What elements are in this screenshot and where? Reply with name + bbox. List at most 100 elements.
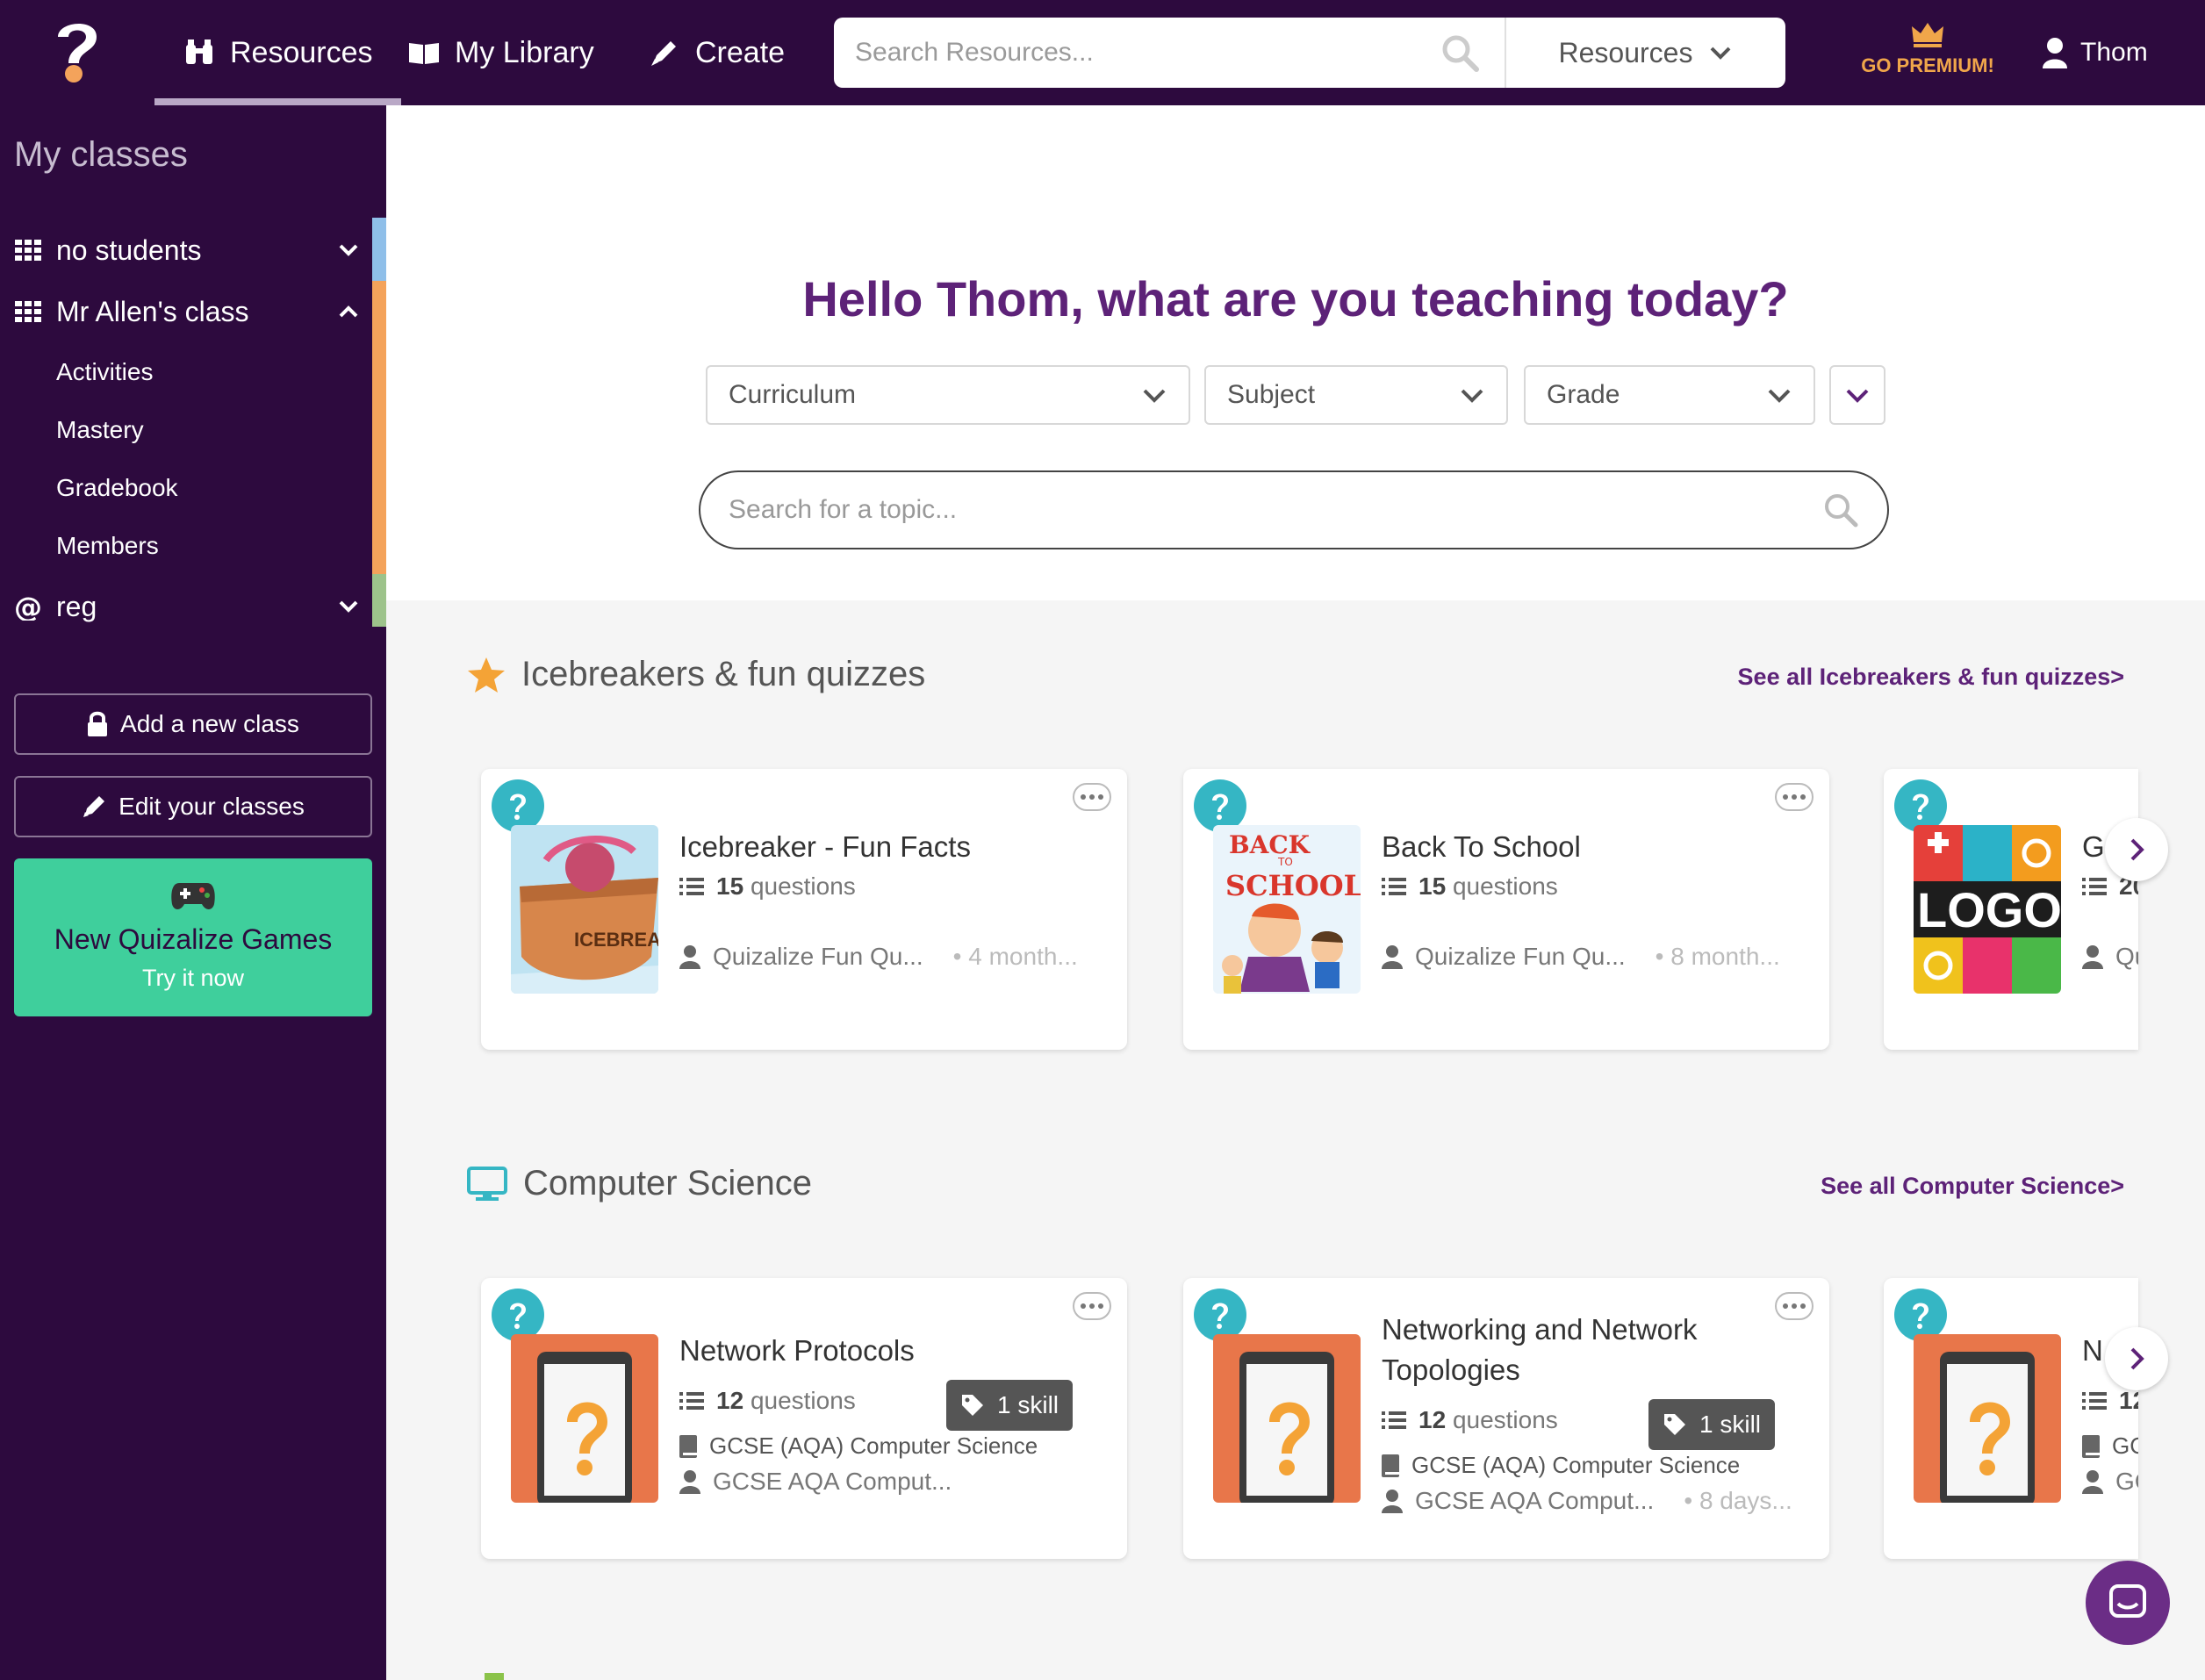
quiz-thumbnail (511, 1334, 658, 1503)
quiz-card[interactable]: BACK TO SCHOOL Back To School 15 questions… (1183, 769, 1829, 1050)
question-count-label: questions (1452, 872, 1558, 900)
carousel-next-button[interactable] (2105, 1327, 2168, 1390)
quiz-card[interactable]: Networking and Network Topologies 12 que… (1183, 1278, 1829, 1559)
quiz-title[interactable]: Back To School (1382, 827, 1581, 867)
more-options-button[interactable] (1775, 783, 1814, 811)
class-link-mastery[interactable]: Mastery (56, 416, 144, 444)
chevron-up-icon[interactable] (337, 300, 360, 323)
class-link-activities[interactable]: Activities (56, 358, 153, 386)
edit-classes-button[interactable]: Edit your classes (14, 776, 372, 837)
list-icon (679, 878, 704, 895)
class-row-no-students[interactable]: no students (0, 219, 372, 281)
quiz-thumbnail: ICEBREAK (511, 825, 658, 994)
add-class-button[interactable]: Add a new class (14, 693, 372, 755)
quiz-title-line: Topologies (1382, 1353, 1520, 1386)
svg-text:ICEBREAK: ICEBREAK (574, 929, 658, 951)
grade-dropdown-label: Grade (1547, 380, 1620, 409)
quiz-title[interactable]: Network Protocols (679, 1331, 915, 1371)
question-count-label: questions (750, 1387, 856, 1414)
see-all-computer-science-link[interactable]: See all Computer Science> (1821, 1173, 2124, 1200)
see-all-icebreakers-link[interactable]: See all Icebreakers & fun quizzes> (1738, 664, 2124, 691)
quiz-card[interactable]: ICEBREAK Icebreaker - Fun Facts 15 quest… (481, 769, 1127, 1050)
quiz-card[interactable]: Network Protocols 12 questions 1 skill G… (481, 1278, 1127, 1559)
quiz-question-count: 15 questions (1382, 872, 1558, 901)
quiz-card-partial[interactable]: LOGO G 20 Qu (1884, 769, 2138, 1050)
quiz-updated-time: • 8 month... (1655, 943, 1780, 970)
quiz-title[interactable]: G (2082, 827, 2105, 867)
book-icon (2082, 1434, 2100, 1458)
chevron-right-icon (2130, 838, 2144, 861)
search-scope-dropdown[interactable]: Resources (1506, 37, 1785, 69)
quiz-author: Quizalize Fun Qu... (713, 943, 923, 970)
chevron-down-icon[interactable] (337, 239, 360, 262)
svg-text:LOGO: LOGO (1917, 882, 2061, 937)
class-link-gradebook[interactable]: Gradebook (56, 474, 178, 502)
topic-search-field[interactable]: Search for a topic... (699, 470, 1889, 549)
nav-resources[interactable]: Resources (154, 0, 400, 105)
new-games-promo[interactable]: New Quizalize Games Try it now (14, 858, 372, 1016)
nav-my-library[interactable]: My Library (407, 0, 594, 105)
book-icon (679, 1434, 697, 1458)
svg-text:@: @ (14, 592, 42, 621)
topic-search-input[interactable]: Search for a topic... (729, 495, 957, 525)
gamepad-icon (171, 883, 215, 909)
quiz-author: GCSE AQA Comput... (1415, 1487, 1655, 1514)
class-row-reg[interactable]: @ reg (0, 576, 372, 637)
skill-tag-label: 1 skill (997, 1391, 1059, 1418)
curriculum-dropdown[interactable]: Curriculum (706, 365, 1190, 425)
more-filters-button[interactable] (1829, 365, 1885, 425)
section-title-icebreakers: Icebreakers & fun quizzes (467, 655, 925, 694)
quiz-updated-time-value: 8 days... (1699, 1487, 1792, 1514)
resource-search-input[interactable]: Search Resources... (834, 38, 1440, 68)
user-menu[interactable]: Thom (2042, 0, 2148, 105)
chevron-right-icon (2130, 1347, 2144, 1370)
crown-icon (1912, 23, 1943, 47)
section-title-label: Computer Science (523, 1164, 813, 1203)
more-options-button[interactable] (1073, 783, 1111, 811)
go-premium-button[interactable]: GO PREMIUM! (1854, 18, 2001, 88)
user-icon (2082, 945, 2103, 969)
section-title-label: Icebreakers & fun quizzes (521, 655, 926, 693)
curriculum-dropdown-label: Curriculum (729, 380, 857, 409)
chevron-down-icon[interactable] (337, 595, 360, 618)
pencil-icon (83, 796, 105, 817)
user-icon (679, 1470, 700, 1494)
subject-dropdown[interactable]: Subject (1204, 365, 1508, 425)
quiz-updated-time-value: 8 month... (1670, 943, 1780, 970)
carousel-next-button[interactable] (2105, 818, 2168, 881)
quiz-title[interactable]: Networking and Network Topologies (1382, 1310, 1698, 1390)
more-options-button[interactable] (1775, 1292, 1814, 1320)
chevron-down-icon (1846, 389, 1869, 403)
quiz-title[interactable]: N (2082, 1331, 2103, 1371)
quiz-title[interactable]: Icebreaker - Fun Facts (679, 827, 971, 867)
class-row-mr-allens-class[interactable]: Mr Allen's class (0, 281, 372, 342)
list-icon (679, 1392, 704, 1410)
search-icon[interactable] (1440, 32, 1480, 73)
quiz-course-row: GCSE (AQA) Computer Science (1382, 1452, 1740, 1479)
nav-create[interactable]: Create (648, 0, 785, 105)
class-color-bar-no-students (372, 218, 386, 281)
quizalize-badge-icon (492, 779, 544, 832)
chat-launcher-button[interactable] (2086, 1561, 2170, 1645)
class-link-members[interactable]: Members (56, 532, 159, 560)
nav-my-library-label: My Library (455, 35, 594, 69)
hero-panel: Hello Thom, what are you teaching today?… (386, 105, 2205, 600)
edit-classes-label: Edit your classes (119, 793, 305, 820)
grade-dropdown[interactable]: Grade (1524, 365, 1815, 425)
quiz-question-count: 12 (2082, 1387, 2138, 1415)
nav-resources-label: Resources (230, 35, 373, 69)
quiz-card-partial[interactable]: N 12 GC GC (1884, 1278, 2138, 1559)
quiz-thumbnail: BACK TO SCHOOL (1213, 825, 1361, 994)
more-options-button[interactable] (1073, 1292, 1111, 1320)
quiz-updated-time: • 8 days... (1684, 1487, 1792, 1514)
tag-icon (962, 1395, 983, 1416)
add-class-label: Add a new class (120, 710, 299, 737)
search-icon[interactable] (1822, 492, 1859, 528)
next-section-icon-peek (485, 1673, 504, 1680)
question-count-value: 15 (716, 872, 744, 900)
quiz-question-count: 15 questions (679, 872, 856, 901)
question-count-value: 15 (1419, 872, 1447, 900)
grid-icon (15, 240, 41, 261)
quizalize-logo[interactable] (49, 14, 105, 88)
pen-icon (651, 41, 676, 66)
